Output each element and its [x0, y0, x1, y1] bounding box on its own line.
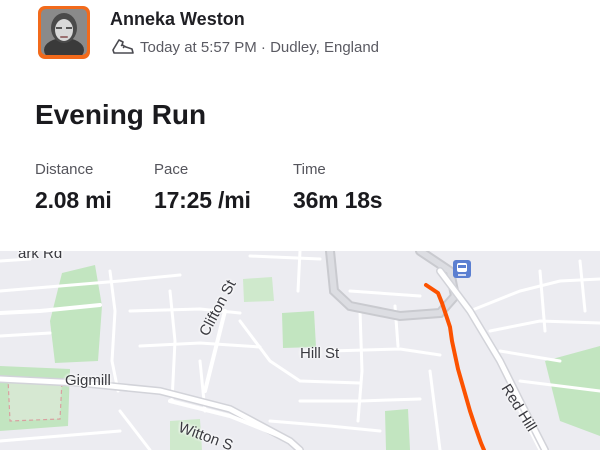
- stat-distance-value: 2.08 mi: [35, 187, 112, 213]
- activity-meta: Today at 5:57 PM · Dudley, England: [110, 37, 379, 57]
- shoe-icon: [112, 39, 134, 54]
- park-area: [50, 265, 102, 363]
- athlete-name[interactable]: Anneka Weston: [110, 9, 245, 30]
- stat-pace: Pace 17:25 /mi: [154, 161, 251, 214]
- train-station-icon[interactable]: [453, 260, 471, 278]
- stat-distance-label: Distance: [35, 161, 94, 178]
- map-label-park-rd: ark Rd: [18, 251, 63, 262]
- stat-time-label: Time: [293, 161, 326, 178]
- stat-time-value: 36m 18s: [293, 187, 383, 213]
- stat-pace-label: Pace: [154, 161, 189, 178]
- stat-pace-value: 17:25 /mi: [154, 187, 251, 213]
- park-area: [385, 409, 410, 450]
- map-label-hill-st: Hill St: [300, 345, 340, 362]
- park-area: [243, 277, 274, 302]
- map-label-gigmill: Gigmill: [65, 372, 111, 389]
- activity-header: Anneka Weston Today at 5:57 PM · Dudley,…: [0, 0, 600, 80]
- stat-time: Time 36m 18s: [293, 161, 383, 214]
- route-map[interactable]: ark Rd Clifton St Hill St Gigmill Witton…: [0, 251, 600, 450]
- avatar[interactable]: [38, 6, 90, 59]
- stat-distance: Distance 2.08 mi: [35, 161, 112, 214]
- activity-date-location: Today at 5:57 PM · Dudley, England: [140, 38, 380, 56]
- park-area: [282, 311, 316, 348]
- activity-title[interactable]: Evening Run: [35, 99, 206, 131]
